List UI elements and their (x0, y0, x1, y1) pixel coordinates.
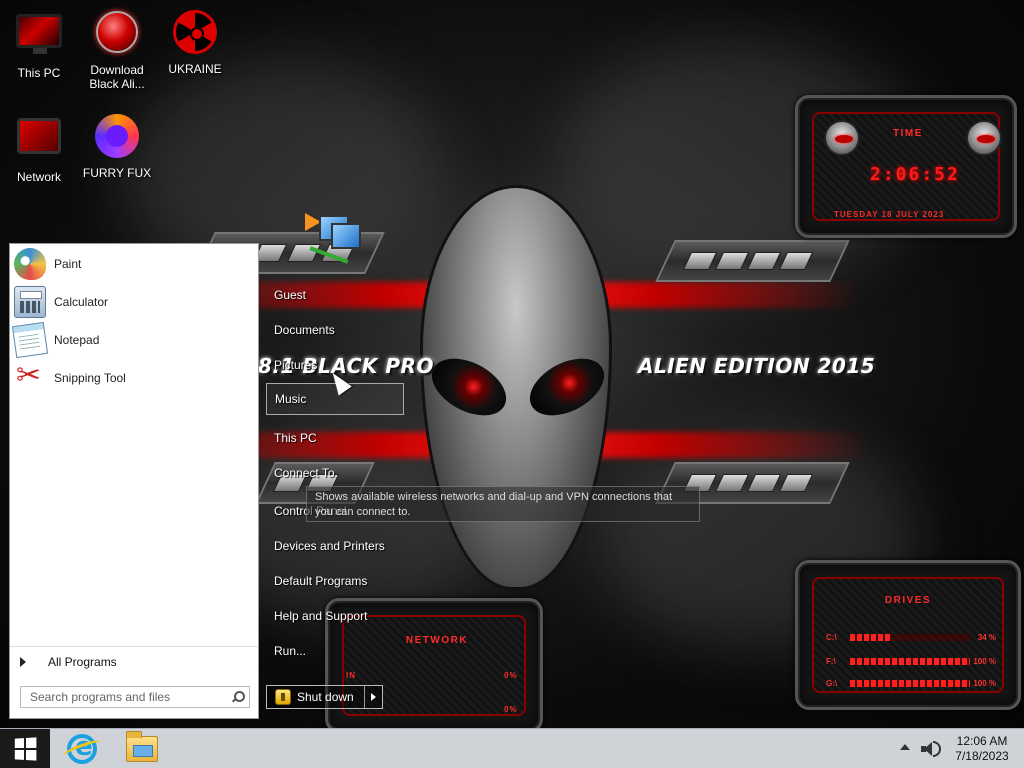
volume-waves-icon (933, 741, 941, 757)
clock-date: 7/18/2023 (955, 749, 1009, 763)
drive-label: C:\ (826, 633, 837, 642)
start-link-guest[interactable]: Guest (266, 279, 404, 311)
windows-logo-icon (14, 737, 37, 761)
drive-usage-bar (850, 634, 891, 641)
taskbar-internet-explorer[interactable] (58, 731, 106, 767)
drive-usage-bar (850, 680, 970, 687)
connect-to-tooltip: Shows available wireless networks and di… (306, 486, 700, 522)
drive-percent: 34 % (977, 633, 996, 642)
search-icon[interactable] (231, 691, 245, 703)
start-link-this-pc[interactable]: This PC (266, 422, 404, 454)
wallpaper-title-right: ALIEN EDITION 2015 (638, 354, 876, 378)
time-gadget-clock: 2:06:52 (870, 164, 960, 185)
start-link-devices-and-printers[interactable]: Devices and Printers (266, 530, 404, 562)
shutdown-button[interactable]: Shut down (266, 685, 383, 709)
alien-badge-icon (824, 120, 860, 156)
internet-explorer-icon (67, 732, 97, 764)
paint-icon (14, 248, 46, 280)
drives-gadget-title: DRIVES (884, 595, 932, 606)
all-programs-button[interactable]: All Programs (10, 646, 258, 676)
desktop-icon-this-pc[interactable]: This PC (0, 8, 78, 80)
time-gadget-date: TUESDAY 18 JULY 2023 (834, 210, 945, 219)
program-label: Calculator (54, 295, 109, 309)
file-explorer-icon (126, 731, 158, 762)
firefox-icon (95, 114, 139, 158)
drive-row-c: C:\ 34 % (826, 633, 996, 643)
start-program-snipping-tool[interactable]: Snipping Tool (12, 358, 256, 396)
shutdown-label: Shut down (297, 690, 354, 704)
time-gadget-title: TIME (893, 128, 923, 139)
drive-usage-bar (850, 658, 970, 665)
desktop-icon-label: This PC (17, 66, 61, 80)
chevron-right-icon (371, 693, 376, 701)
start-link-documents[interactable]: Documents (266, 314, 404, 346)
taskbar-file-explorer[interactable] (118, 731, 166, 767)
drives-gadget[interactable]: DRIVES C:\ 34 % F:\ 100 % G:\ 100 % (795, 560, 1021, 710)
desktop-icon-label: UKRAINE (168, 62, 222, 76)
desktop-icon-label: Network (16, 170, 61, 184)
drive-percent: 100 % (973, 679, 996, 688)
user-picture[interactable] (305, 207, 367, 269)
drive-label: F:\ (826, 657, 836, 666)
time-gadget[interactable]: TIME 2:06:52 TUESDAY 18 JULY 2023 (795, 95, 1017, 238)
start-link-default-programs[interactable]: Default Programs (266, 565, 404, 597)
metal-rail (655, 240, 850, 282)
desktop-icon-label: Download Black Ali... (89, 63, 145, 91)
radiation-icon (173, 10, 217, 54)
taskbar-clock[interactable]: 12:06 AM 7/18/2023 (950, 734, 1014, 764)
this-pc-icon (16, 14, 62, 54)
network-in-value: 0% (504, 671, 518, 680)
clock-time: 12:06 AM (956, 734, 1008, 748)
network-gadget-title: NETWORK (405, 635, 469, 646)
alien-eye-left (422, 347, 516, 427)
taskbar: 12:06 AM 7/18/2023 (0, 728, 1024, 768)
start-program-notepad[interactable]: Notepad (11, 321, 256, 359)
alien-eye-right (520, 347, 614, 427)
program-label: Snipping Tool (54, 371, 126, 385)
alien-globe-icon (96, 11, 138, 53)
shield-icon (275, 689, 291, 705)
drive-row-g: G:\ 100 % (826, 679, 996, 689)
alien-badge-icon (966, 120, 1002, 156)
start-program-calculator[interactable]: Calculator (12, 284, 256, 320)
program-label: Paint (54, 257, 82, 271)
network-in-label: IN (346, 671, 356, 680)
desktop-icon-ukraine[interactable]: UKRAINE (156, 8, 234, 76)
calculator-icon (14, 286, 46, 318)
notepad-icon (11, 321, 49, 359)
drive-percent: 100 % (973, 657, 996, 666)
start-link-connect-to[interactable]: Connect To (266, 457, 404, 489)
start-search-box[interactable] (20, 686, 250, 708)
network-icon (17, 118, 61, 154)
chevron-right-icon (20, 656, 26, 667)
desktop-icon-label: FURRY FUX (82, 166, 152, 180)
start-button[interactable] (0, 729, 50, 768)
start-link-run[interactable]: Run... (266, 635, 404, 667)
network-out-value: 0% (504, 705, 518, 714)
start-link-help-and-support[interactable]: Help and Support (266, 600, 404, 632)
program-label: Notepad (54, 333, 100, 347)
drive-label: G:\ (826, 679, 838, 688)
show-hidden-icons-chevron-up-icon[interactable] (900, 744, 910, 750)
start-menu-programs-pane: Paint Calculator Notepad Snipping Tool A… (9, 243, 259, 719)
start-program-paint[interactable]: Paint (12, 246, 256, 282)
drive-row-f: F:\ 100 % (826, 657, 996, 667)
desktop-icon-network[interactable]: Network (0, 112, 78, 184)
search-input[interactable] (30, 690, 231, 704)
snipping-tool-icon (14, 358, 46, 394)
shutdown-options-button[interactable] (364, 686, 382, 708)
all-programs-label: All Programs (48, 654, 117, 669)
desktop-icon-furry-fux[interactable]: FURRY FUX (78, 112, 156, 180)
desktop-icon-download-black-alien[interactable]: Download Black Ali... (78, 8, 156, 91)
